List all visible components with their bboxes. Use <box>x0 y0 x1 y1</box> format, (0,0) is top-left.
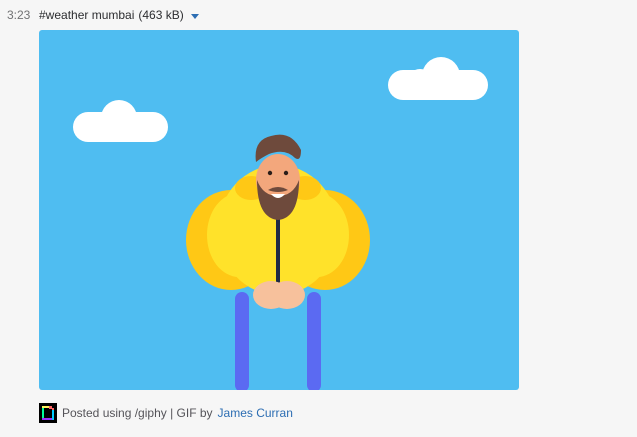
character-head <box>255 134 301 220</box>
author-link[interactable]: James Curran <box>218 406 293 420</box>
chevron-down-icon[interactable] <box>190 13 199 19</box>
chat-message: 3:23 #weather mumbai (463 kB) Posted usi… <box>0 0 637 437</box>
gif-attribution: Posted using /giphy | GIF by James Curra… <box>39 403 293 423</box>
gif-image[interactable] <box>39 30 519 390</box>
posted-using-text: Posted using /giphy | GIF by <box>62 406 213 420</box>
hands <box>253 281 305 309</box>
file-size: (463 kB) <box>138 8 184 22</box>
giphy-logo-icon <box>39 403 57 423</box>
file-title[interactable]: #weather mumbai <box>39 8 134 22</box>
message-timestamp[interactable]: 3:23 <box>7 8 30 22</box>
file-header: #weather mumbai (463 kB) <box>39 8 199 22</box>
